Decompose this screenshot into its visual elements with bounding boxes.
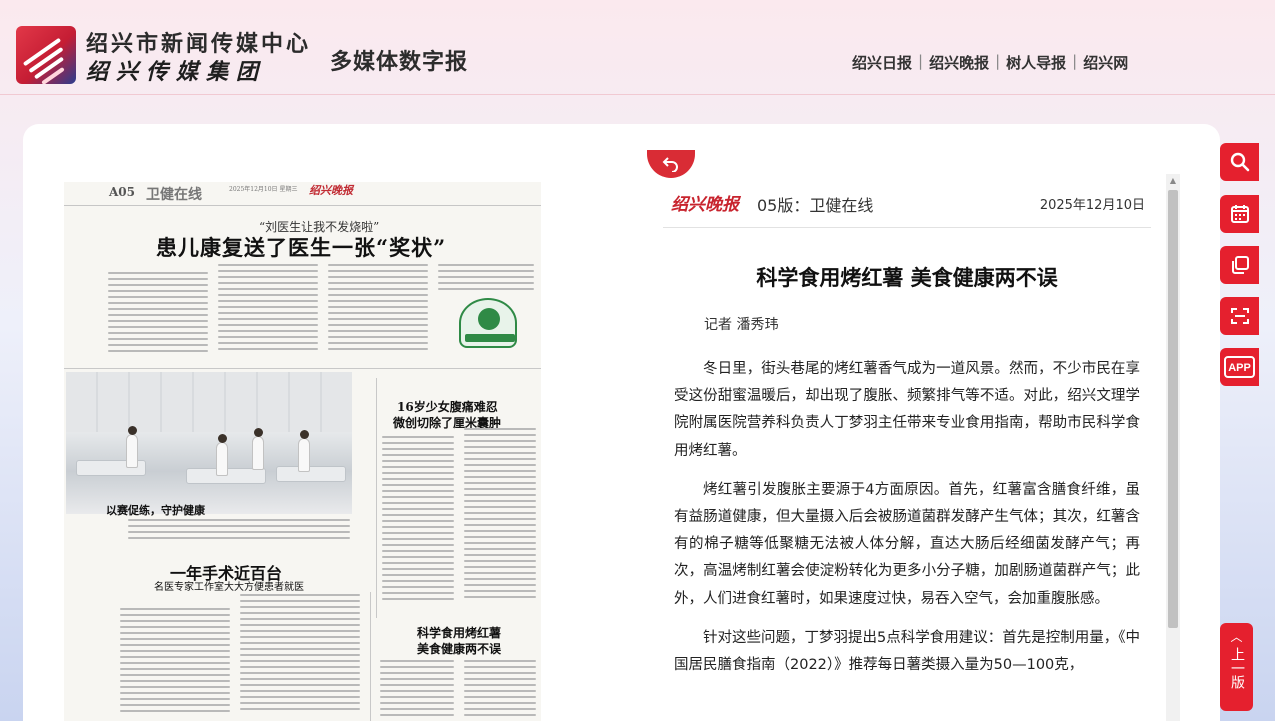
header-divider	[0, 94, 1275, 95]
health-badge-icon	[459, 298, 517, 348]
scroll-up-arrow-icon[interactable]: ▲	[1166, 174, 1180, 188]
article-paragraph: 烤红薯引发腹胀主要源于4方面原因。首先，红薯富含膳食纤维，虽有益肠道健康，但大量…	[674, 481, 1140, 607]
previous-edition-button[interactable]: ︿ 上一版	[1220, 623, 1253, 711]
calendar-button[interactable]	[1220, 195, 1259, 233]
edition-number: A05	[109, 185, 136, 199]
story1-text-column[interactable]	[218, 264, 318, 364]
app-button[interactable]: APP	[1220, 348, 1259, 386]
scan-icon	[1230, 308, 1249, 324]
newspaper-brand: 绍兴晚报	[671, 195, 739, 215]
copy-icon	[1231, 256, 1249, 274]
scrollbar-thumb[interactable]	[1168, 190, 1178, 628]
issue-date: 2025年12月10日	[1039, 198, 1145, 213]
article-body: 冬日里，街头巷尾的烤红薯香气成为一道风景。然而，不少市民在享受这份甜蜜温暖后，却…	[674, 356, 1140, 691]
nav-link-shaoxing-daily[interactable]: 绍兴日报	[852, 52, 912, 73]
chevron-up-icon: ︿	[1230, 630, 1243, 644]
edition-name: 卫健在线	[146, 187, 202, 203]
article-paragraph: 冬日里，街头巷尾的烤红薯香气成为一道风景。然而，不少市民在享受这份甜蜜温暖后，却…	[674, 361, 1140, 459]
story1-text-column[interactable]	[328, 264, 428, 364]
story4-subtitle[interactable]: 美食健康两不误	[417, 640, 501, 657]
story1-text-column[interactable]	[438, 264, 534, 294]
article-author: 记者 潘秀玮	[704, 317, 779, 333]
story1-headline[interactable]: 患儿康复送了医生一张“奖状”	[156, 232, 446, 262]
photo-caption-text	[128, 519, 350, 543]
nav-separator: |	[918, 52, 924, 70]
story3-text-column[interactable]	[240, 594, 360, 721]
nav-link-shaoxing-net[interactable]: 绍兴网	[1083, 52, 1128, 73]
story2-text-column[interactable]	[382, 436, 454, 612]
search-button[interactable]	[1220, 143, 1259, 181]
masthead-brand: 绍兴晚报	[309, 184, 353, 197]
nav-separator: |	[1072, 52, 1078, 70]
story2-text-column[interactable]	[464, 428, 536, 612]
app-icon: APP	[1224, 356, 1255, 378]
newspaper-page[interactable]: A05 卫健在线 2025年12月10日 星期三 绍兴晚报 “刘医生让我不发烧啦…	[64, 182, 541, 721]
story2-title[interactable]: 16岁少女腹痛难忍	[397, 398, 498, 415]
calendar-icon	[1230, 205, 1249, 223]
masthead-date: 2025年12月10日 星期三	[229, 186, 298, 193]
story4-title[interactable]: 科学食用烤红薯	[417, 624, 501, 641]
story3-text-column[interactable]	[120, 608, 230, 721]
site-title: 多媒体数字报	[330, 50, 469, 75]
site-header: 绍兴市新闻传媒中心 绍兴传媒集团 多媒体数字报 绍兴日报 | 绍兴晚报 | 树人…	[0, 0, 1275, 96]
story1-text-column[interactable]	[108, 272, 208, 364]
logo-icon[interactable]	[16, 26, 76, 84]
nav-link-shaoxing-evening[interactable]: 绍兴晚报	[929, 52, 989, 73]
previous-edition-label: 上一版	[1229, 647, 1245, 689]
edition-label: 05版：卫健在线	[757, 196, 874, 215]
photo-caption: 以赛促练，守护健康	[106, 504, 205, 517]
story3-subtitle: 名医专家工作室大大方便患者就医	[154, 582, 304, 593]
article-header: 绍兴晚报 05版：卫健在线 2025年12月10日	[663, 186, 1151, 228]
story4-text-column[interactable]	[464, 660, 536, 721]
app-label: APP	[1228, 362, 1251, 374]
article-title: 科学食用烤红薯 美食健康两不误	[756, 266, 1058, 290]
news-photo[interactable]	[66, 372, 352, 514]
page-masthead: A05 卫健在线 2025年12月10日 星期三 绍兴晚报	[64, 182, 541, 206]
story4-text-column[interactable]	[380, 660, 454, 721]
search-icon	[1230, 152, 1249, 172]
org-group-name: 绍兴传媒集团	[86, 59, 267, 85]
scan-button[interactable]	[1220, 297, 1259, 335]
nav-link-shuren-guide[interactable]: 树人导报	[1006, 52, 1066, 73]
article-paragraph: 针对这些问题，丁梦羽提出5点科学食用建议：首先是控制用量，《中国居民膳食指南（2…	[674, 629, 1140, 674]
copy-button[interactable]	[1220, 246, 1259, 284]
nav-separator: |	[995, 52, 1001, 70]
back-arrow-icon	[662, 157, 678, 172]
top-nav: 绍兴日报 | 绍兴晚报 | 树人导报 | 绍兴网	[852, 52, 1128, 73]
